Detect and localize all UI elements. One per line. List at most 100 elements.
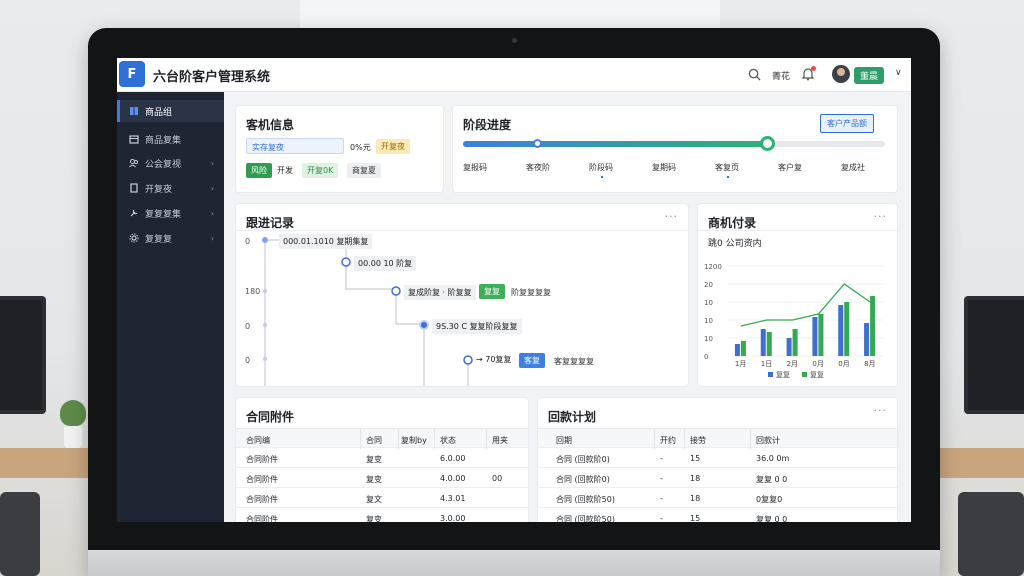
- table-cell: 复文: [366, 495, 382, 504]
- table-row[interactable]: 合同 (回款阶0) - 18 复复 0 0: [538, 468, 897, 488]
- webcam: [512, 38, 517, 43]
- header-link[interactable]: 菁花: [772, 69, 790, 82]
- sidebar: 商品组 商品复集 公会复视 › 开复夜 › 复复复集 › 复复复 ›: [117, 92, 224, 522]
- chart-bar: [812, 317, 818, 356]
- table-row[interactable]: 合同 (回款阶50) - 18 0复复0: [538, 488, 897, 508]
- chart-y-tick: 10: [704, 299, 713, 307]
- sidebar-item-team[interactable]: 公会复视 ›: [117, 152, 224, 174]
- chart-bar: [870, 296, 876, 356]
- stage-label[interactable]: 复成社: [841, 162, 865, 173]
- timeline-entry[interactable]: 00.00 10 阶复: [354, 256, 417, 271]
- notification-dot: [811, 66, 816, 71]
- column-divider: [750, 429, 751, 449]
- customer-product-button[interactable]: 客户产品额: [820, 114, 874, 133]
- background-monitor-right: [964, 296, 1024, 414]
- sidebar-item-products[interactable]: 商品组: [117, 100, 224, 122]
- card-title: 客机信息: [246, 118, 295, 132]
- column-divider: [654, 429, 655, 449]
- column-divider: [398, 429, 399, 449]
- tag-label: 开发: [277, 166, 293, 175]
- more-icon[interactable]: ···: [874, 404, 888, 417]
- sidebar-item-label: 复复复: [145, 234, 173, 245]
- contract-attachments-card: 合同附件 合同编 合同 复制by 状态 用夹 合同阶件 复变 6.0.00 合同阶件 复变 4.0.…: [236, 398, 528, 522]
- chart-y-tick: 0: [704, 353, 708, 361]
- card-title: 商机付录: [708, 216, 757, 230]
- sidebar-item-label: 商品复集: [145, 135, 182, 146]
- stage-label[interactable]: 客户复: [778, 162, 802, 173]
- chart-bar: [864, 323, 870, 356]
- chart-x-tick: 0月: [812, 360, 823, 368]
- table-cell: 合同阶件: [246, 515, 278, 522]
- background-desk-right: [940, 448, 1024, 478]
- table-cell: 合同 (回款阶50): [556, 515, 615, 522]
- more-icon[interactable]: ···: [874, 210, 888, 223]
- stage-label[interactable]: 复报码: [463, 162, 487, 173]
- table-header-row: 合同编 合同 复制by 状态 用夹: [236, 428, 528, 449]
- sidebar-item-collection[interactable]: 商品复集: [117, 128, 224, 150]
- timeline-entry[interactable]: 000.01.1010 复期集复: [279, 234, 373, 249]
- stage-current-marker[interactable]: [759, 136, 775, 151]
- stage-marker[interactable]: [533, 139, 542, 148]
- table-row[interactable]: 合同阶件 复文 4.3.01: [236, 488, 528, 508]
- table-header-cell: 用夹: [492, 436, 508, 445]
- avatar[interactable]: [832, 65, 850, 83]
- sales-chart-card: 商机付录 ··· 跳0 公司资内 1200 20 10 10 10 0 1月 1日 2月 0月 0月…: [698, 204, 897, 386]
- table-header-cell: 回款计: [756, 436, 780, 445]
- chart-y-tick: 20: [704, 281, 713, 289]
- timeline-entry[interactable]: 9S.30 C 复复阶段复复: [432, 319, 522, 334]
- table-cell: 复复 0 0: [756, 515, 788, 522]
- background-plant: [60, 400, 86, 448]
- payment-plan-card: 回款计划 ··· 回期 开约 接劳 回款计 合同 (回款阶0) -15 36.0 0m 合同 …: [538, 398, 897, 522]
- chevron-right-icon: ›: [210, 233, 214, 243]
- table-cell: 18: [690, 474, 701, 483]
- divider: [698, 230, 897, 231]
- chevron-right-icon: ›: [210, 208, 214, 218]
- gray-badge: 商复夏: [347, 163, 381, 178]
- table-cell: 00: [492, 474, 503, 483]
- monitor-chin: [88, 550, 940, 576]
- user-name-badge[interactable]: 董晨: [854, 67, 885, 84]
- sidebar-item-settings[interactable]: 复复复 ›: [117, 227, 224, 249]
- stage-label[interactable]: 客夜阶: [526, 162, 550, 173]
- table-row[interactable]: 合同 (回款阶50) - 15 复复 0 0: [538, 508, 897, 522]
- table-row[interactable]: 合同 (回款阶0) - 15 36.0 0m: [538, 448, 897, 468]
- stage-label[interactable]: 复期码: [652, 162, 676, 173]
- card-title: 回款计划: [548, 410, 597, 424]
- table-header-cell: 合同: [366, 436, 382, 445]
- app-logo[interactable]: F: [119, 61, 145, 87]
- chart-bar: [766, 332, 772, 356]
- timeline-entry[interactable]: → 70复复: [476, 354, 511, 365]
- sidebar-item-docs[interactable]: 开复夜 ›: [117, 177, 224, 199]
- table-row[interactable]: 合同阶件 复变 4.0.00 00: [236, 468, 528, 488]
- table-cell: 复复 0 0: [756, 475, 788, 484]
- table-header-row: 回期 开约 接劳 回款计: [538, 428, 897, 449]
- table-header-cell: 合同编: [246, 436, 270, 445]
- timeline-entry[interactable]: 复成阶复 · 阶复复: [404, 285, 476, 300]
- stage-label[interactable]: 阶段码: [589, 162, 613, 173]
- chevron-down-icon[interactable]: ∨: [895, 68, 902, 78]
- table-cell: 复变: [366, 455, 382, 464]
- chevron-right-icon: ›: [210, 183, 214, 193]
- table-row[interactable]: 合同阶件 复变 3.0.00: [236, 508, 528, 522]
- search-icon[interactable]: [748, 68, 761, 81]
- chart-y-tick: 10: [704, 335, 713, 343]
- sidebar-item-label: 复复复集: [145, 209, 182, 220]
- chart-bar: [792, 329, 798, 356]
- customer-field[interactable]: 实存复夜: [246, 138, 344, 154]
- team-icon: [129, 159, 139, 168]
- table-header-cell: 状态: [440, 436, 456, 445]
- table-cell: 合同阶件: [246, 475, 278, 484]
- table-cell: 4.3.01: [440, 494, 466, 503]
- table-cell: 0复复0: [756, 495, 783, 504]
- table-header-cell: 回期: [556, 436, 572, 445]
- table-cell: 合同阶件: [246, 455, 278, 464]
- follow-up-card: 跟进记录 ··· 0 180 0 0 000.01.1010 复期集复 00.0…: [236, 204, 688, 386]
- sidebar-item-tools[interactable]: 复复复集 ›: [117, 202, 224, 224]
- stage-label[interactable]: 客复页: [715, 162, 739, 173]
- table-row[interactable]: 合同阶件 复变 6.0.00: [236, 448, 528, 468]
- stage-progress-card: 阶段进度 客户产品额 复报码 客夜阶 阶段码 复期码 客复页 客户复 复成社: [453, 106, 897, 192]
- table-cell: -: [660, 454, 663, 463]
- card-title: 合同附件: [246, 410, 295, 424]
- background-monitor-left: [0, 296, 46, 414]
- chart-title: 跳0 公司资内: [708, 239, 762, 249]
